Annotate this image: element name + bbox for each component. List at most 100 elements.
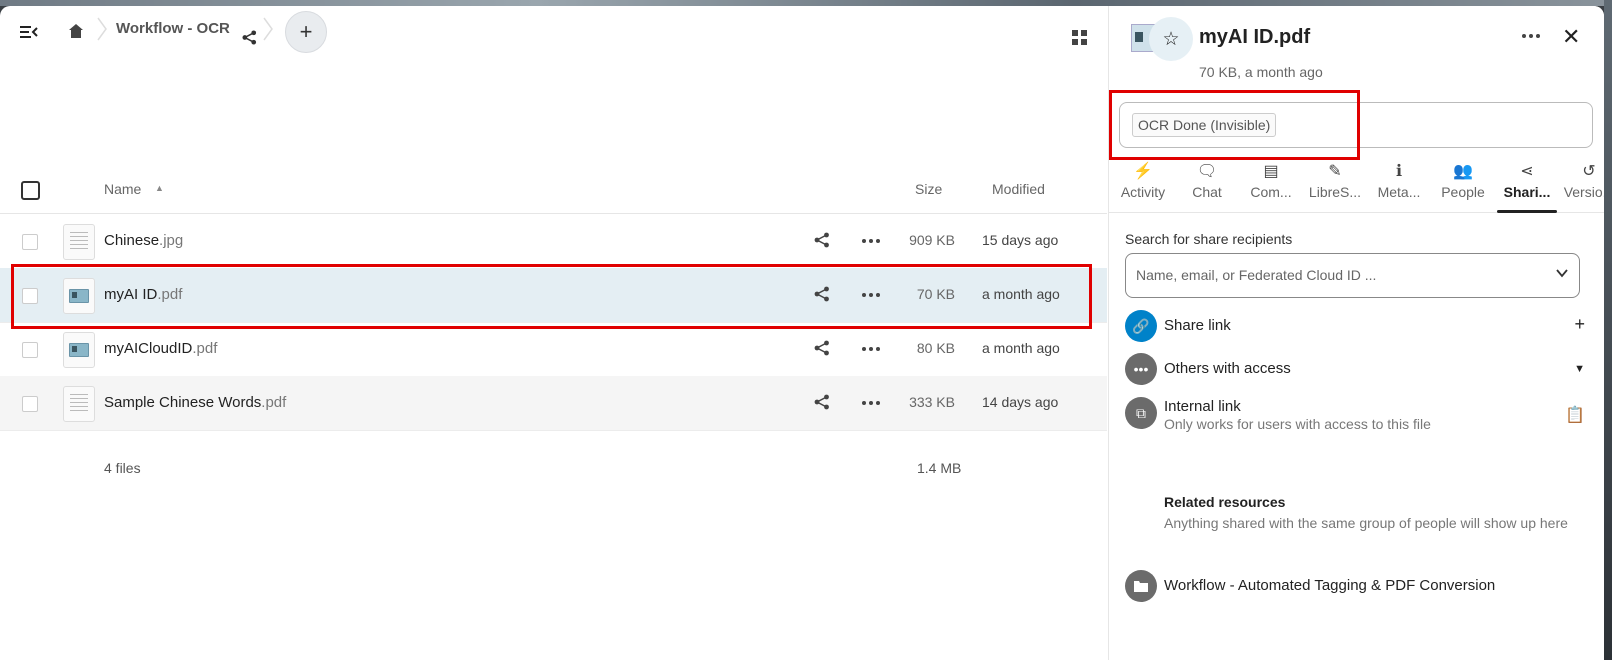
column-name[interactable]: Name	[104, 181, 141, 197]
grid-view-button[interactable]	[1070, 28, 1088, 46]
copy-clipboard-icon[interactable]: 📋	[1565, 405, 1585, 425]
column-modified[interactable]: Modified	[992, 181, 1045, 197]
more-icon[interactable]	[862, 293, 880, 297]
home-icon	[69, 24, 83, 38]
favorite-button[interactable]: ☆	[1149, 17, 1193, 61]
share-icon[interactable]	[814, 286, 830, 306]
file-row[interactable]: myAI ID.pdf 70 KB a month ago	[0, 268, 1107, 323]
more-icon	[1522, 34, 1540, 38]
file-name[interactable]: myAI ID.pdf	[104, 286, 182, 303]
id-card-thumbnail	[69, 289, 89, 303]
text-page-thumbnail	[70, 232, 88, 252]
file-row[interactable]: Sample Chinese Words.pdf 333 KB 14 days ag…	[0, 376, 1107, 431]
tab-people[interactable]: 👥 People	[1431, 156, 1495, 212]
tab-meta[interactable]: ℹ Meta...	[1367, 156, 1431, 212]
others-with-access-item[interactable]: ••• Others with access ▼	[1125, 353, 1585, 387]
file-extension: .pdf	[192, 340, 218, 357]
file-name[interactable]: Sample Chinese Words.pdf	[104, 394, 286, 411]
id-card-thumbnail	[69, 343, 89, 357]
file-modified: a month ago	[982, 286, 1060, 302]
sidebar-subtitle: 70 KB, a month ago	[1199, 64, 1323, 80]
link-icon: 🔗	[1125, 310, 1157, 342]
more-icon[interactable]	[862, 401, 880, 405]
row-checkbox[interactable]	[22, 396, 38, 412]
breadcrumb-folder[interactable]: Workflow - OCR	[116, 20, 230, 37]
share-icon[interactable]	[814, 340, 830, 360]
column-size[interactable]: Size	[915, 181, 942, 197]
toggle-navigation-button[interactable]	[16, 19, 42, 45]
tab-icon: ⚡	[1133, 163, 1153, 180]
file-basename: Chinese	[104, 232, 160, 249]
tab-shari[interactable]: ⋖ Shari...	[1495, 156, 1559, 213]
file-name[interactable]: Chinese.jpg	[104, 232, 183, 249]
close-sidebar-button[interactable]: ✕	[1562, 24, 1580, 50]
select-all-checkbox[interactable]	[21, 181, 40, 200]
tab-icon: ↺	[1582, 163, 1596, 180]
add-share-link-button[interactable]: +	[1574, 314, 1585, 335]
share-folder-button[interactable]	[240, 28, 258, 46]
file-thumbnail	[63, 224, 95, 260]
file-modified: 15 days ago	[982, 232, 1059, 248]
tab-icon: ▤	[1263, 163, 1279, 180]
grid-icon	[1071, 29, 1087, 45]
file-list-area: Workflow - OCR + Name ▲ Size Modified Ch…	[0, 6, 1107, 660]
row-checkbox[interactable]	[22, 234, 38, 250]
related-resource-item[interactable]: Workflow - Automated Tagging & PDF Conve…	[1125, 570, 1585, 604]
file-name[interactable]: myAICloudID.pdf	[104, 340, 217, 357]
tab-icon: ✎	[1328, 163, 1342, 180]
file-size: 909 KB	[909, 232, 955, 248]
tab-label: Versio...	[1563, 184, 1604, 200]
sidebar-tabs: ⚡ Activity 🗨 Chat ▤ Com... ✎ LibreS... ℹ Meta... 👥…	[1109, 156, 1604, 213]
share-search-placeholder: Name, email, or Federated Cloud ID ...	[1136, 267, 1377, 283]
share-icon[interactable]	[814, 232, 830, 252]
file-size: 70 KB	[916, 286, 955, 302]
expand-caret-icon[interactable]: ▼	[1574, 363, 1585, 375]
external-link-icon: ⧉	[1125, 397, 1157, 429]
sidebar-more-button[interactable]	[1522, 34, 1540, 38]
top-bar: Workflow - OCR +	[0, 6, 1107, 56]
tab-label: Activity	[1120, 184, 1166, 200]
file-size: 80 KB	[916, 340, 955, 356]
home-button[interactable]	[64, 19, 88, 43]
tab-label: Shari...	[1503, 184, 1551, 200]
total-size: 1.4 MB	[917, 460, 962, 476]
internal-link-subtitle: Only works for users with access to this…	[1164, 416, 1431, 432]
tab-com[interactable]: ▤ Com...	[1239, 156, 1303, 212]
tag-chip[interactable]: OCR Done (Invisible)	[1132, 113, 1277, 137]
file-basename: myAICloudID	[104, 340, 193, 357]
sort-ascending-icon: ▲	[155, 183, 164, 193]
tab-label: LibreS...	[1308, 184, 1362, 200]
file-basename: myAI ID	[104, 286, 158, 303]
more-icon[interactable]	[862, 347, 880, 351]
internal-link-item: ⧉ Internal link Only works for users wit…	[1125, 397, 1585, 441]
tab-icon: ℹ	[1395, 163, 1403, 180]
file-row[interactable]: Chinese.jpg 909 KB 15 days ago	[0, 214, 1107, 269]
row-checkbox[interactable]	[22, 288, 38, 304]
row-checkbox[interactable]	[22, 342, 38, 358]
breadcrumb-separator-icon	[263, 17, 273, 41]
share-icon	[241, 29, 256, 45]
tab-versio[interactable]: ↺ Versio...	[1557, 156, 1604, 212]
share-link-item[interactable]: 🔗 Share link +	[1125, 310, 1585, 344]
file-row[interactable]: myAICloudID.pdf 80 KB a month ago	[0, 322, 1107, 377]
tags-field[interactable]: OCR Done (Invisible)	[1119, 102, 1593, 148]
share-link-label: Share link	[1164, 317, 1231, 334]
share-icon[interactable]	[814, 394, 830, 414]
tab-activity[interactable]: ⚡ Activity	[1111, 156, 1175, 212]
file-extension: .pdf	[261, 394, 287, 411]
file-modified: 14 days ago	[982, 394, 1059, 410]
chevron-down-icon[interactable]	[1555, 266, 1569, 283]
tab-label: People	[1441, 184, 1485, 200]
more-icon[interactable]	[862, 239, 880, 243]
tab-icon: 🗨	[1196, 163, 1218, 180]
file-thumbnail	[63, 278, 95, 314]
tab-chat[interactable]: 🗨 Chat	[1175, 156, 1239, 212]
related-resources-description: Anything shared with the same group of p…	[1164, 515, 1568, 531]
new-button[interactable]: +	[285, 11, 327, 53]
file-thumbnail	[63, 332, 95, 368]
share-recipient-search[interactable]: Name, email, or Federated Cloud ID ...	[1125, 253, 1580, 298]
star-icon: ☆	[1162, 28, 1180, 50]
tab-libres[interactable]: ✎ LibreS...	[1303, 156, 1367, 212]
folder-icon	[1125, 570, 1157, 602]
file-basename: Sample Chinese Words	[104, 394, 262, 411]
